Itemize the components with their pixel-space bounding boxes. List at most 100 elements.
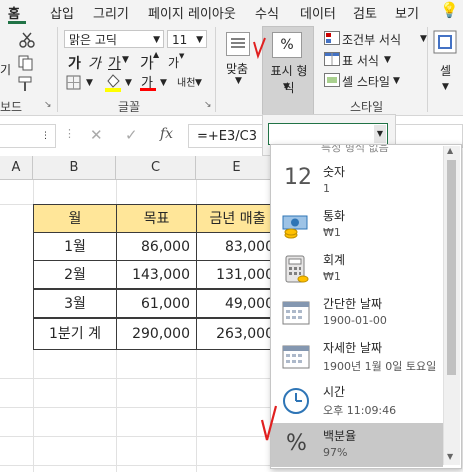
format-option-sample: 1 [323,182,330,195]
borders-dropdown-icon[interactable]: ▼ [86,78,93,88]
cell-style-button[interactable]: 셀 스타일 [342,73,390,90]
format-option-title: 간단한 날짜 [323,297,383,311]
font-name-value: 맑은 고딕 [69,33,117,47]
format-option-percentage[interactable]: % 백분율 97% [271,423,443,467]
table-header-cell[interactable]: 월 [33,204,117,233]
chevron-down-icon: ▼ [153,35,160,45]
column-header-e[interactable]: E [196,156,278,180]
column-header-a[interactable]: A [0,156,33,180]
number-format-combo[interactable]: ▼ [268,123,388,145]
table-format-button[interactable]: 표 서식 [342,52,379,69]
table-cell[interactable]: 143,000 [116,260,197,289]
chevron-down-icon: ▼ [196,35,203,45]
name-box[interactable]: ⋮ [0,124,56,148]
format-option-sample: 오후 11:09:46 [323,404,397,417]
chevron-down-icon[interactable]: ▼ [420,34,427,44]
cancel-icon[interactable]: ✕ [90,126,103,144]
cell-style-icon [324,73,340,87]
borders-icon[interactable] [66,75,82,91]
clipboard-launcher-icon[interactable]: ↘ [44,100,52,110]
name-box-dropdown-icon[interactable]: ⋮ [41,131,50,141]
format-painter-icon[interactable] [18,76,34,92]
grow-font-button[interactable]: 가 [140,52,154,73]
table-cell[interactable]: 49,000 [196,289,278,318]
tab-review[interactable]: 검토 [353,3,377,22]
format-option-number[interactable]: 12 숫자 1 [271,159,443,203]
table-cell[interactable]: 61,000 [116,289,197,318]
clock-icon [283,388,309,414]
chevron-down-icon[interactable]: ▼ [393,76,400,86]
currency-icon [282,215,308,239]
number-format-dropdown-icon: ▼ [283,82,290,92]
font-name-combo[interactable]: 맑은 고딕 ▼ [64,30,164,48]
font-size-combo[interactable]: 11 ▼ [167,30,207,48]
tab-view[interactable]: 보기 [395,3,419,22]
underline-dropdown-icon[interactable]: ▼ [122,55,129,65]
table-cell[interactable]: 290,000 [116,318,197,350]
table-cell[interactable]: 83,000 [196,232,278,261]
tab-insert[interactable]: 삽입 [50,3,74,22]
table-cell[interactable]: 131,000 [196,260,278,289]
format-option-title: 자세한 날짜 [323,341,383,355]
table-header-cell[interactable]: 목표 [116,204,197,233]
alignment-dropdown-icon[interactable]: ▼ [235,76,242,86]
formula-value: =+E3/C3 [197,129,257,144]
bold-button[interactable]: 가 [68,53,81,73]
fill-color-dropdown-icon[interactable]: ▼ [125,78,132,88]
format-option-sample: 97% [323,446,348,459]
table-cell[interactable]: 1분기 계 [33,318,117,350]
italic-button[interactable]: 가 [88,53,101,73]
conditional-format-button[interactable]: 조건부 서식 [342,31,401,48]
tab-formulas[interactable]: 수식 [255,3,279,22]
format-option-time[interactable]: 시간 오후 11:09:46 [271,379,443,423]
table-header-cell[interactable]: 금년 매출 [196,204,278,233]
chevron-down-icon[interactable]: ▼ [384,55,391,65]
tab-home[interactable]: 홈 [8,3,20,22]
cells-icon [433,30,457,54]
scrollbar-thumb[interactable] [447,160,456,375]
format-option-title: 백분율 [323,429,357,443]
shrink-font-button[interactable]: 가 [168,54,179,71]
format-option-currency[interactable]: 통화 ₩1 [271,203,443,247]
table-cell[interactable]: 86,000 [116,232,197,261]
grow-arrow-icon: ▲ [153,50,160,59]
alignment-icon [226,32,250,56]
calendar-icon [282,345,310,369]
enter-icon[interactable]: ✓ [125,126,138,144]
format-option-short-date[interactable]: 간단한 날짜 1900-01-00 [271,291,443,335]
no-specific-format-option[interactable]: 특정 형식 없음 [321,145,389,155]
copy-icon[interactable] [18,55,34,71]
fill-color-button[interactable] [104,72,122,92]
column-header-b[interactable]: B [33,156,116,180]
insert-function-button[interactable]: fx [160,126,173,142]
cells-button[interactable]: 셀 [440,62,451,79]
phonetic-dropdown-icon[interactable]: ▼ [195,78,202,88]
format-option-long-date[interactable]: 자세한 날짜 1900년 1월 0일 토요일 [271,335,443,379]
tab-draw[interactable]: 그리기 [93,3,129,22]
table-cell[interactable]: 263,000 [196,318,278,350]
phonetic-button[interactable]: 내천 [177,74,195,89]
table-cell[interactable]: 1월 [33,232,117,261]
format-option-title: 회계 [323,253,346,267]
table-cell[interactable]: 2월 [33,260,117,289]
underline-button[interactable]: 가 [108,53,121,73]
tab-page-layout[interactable]: 페이지 레이아웃 [148,3,236,22]
scroll-up-icon[interactable]: ▲ [447,146,453,155]
font-launcher-icon[interactable]: ↘ [204,100,212,110]
format-option-sample: 1900-01-00 [323,314,387,327]
cut-icon[interactable] [18,32,36,48]
chevron-down-icon[interactable]: ▼ [374,125,386,143]
lightbulb-icon[interactable]: 💡 [440,1,459,19]
dropdown-scrollbar[interactable]: ▲ ▼ [443,146,460,465]
tab-data[interactable]: 데이터 [300,3,336,22]
alignment-button[interactable]: 맞춤 [226,60,248,77]
scroll-down-icon[interactable]: ▼ [447,452,453,461]
column-header-c[interactable]: C [116,156,196,180]
font-color-dropdown-icon[interactable]: ▼ [160,78,167,88]
styles-group-label: 스타일 [350,100,384,114]
paste-label[interactable]: 기 [0,61,11,78]
table-cell[interactable]: 3월 [33,289,117,318]
chevron-down-icon[interactable]: ▼ [442,82,449,92]
number-format-dropdown: 특정 형식 없음 12 숫자 1 통화 ₩1 회계 ₩1 간단한 날짜 1900… [270,144,462,469]
format-option-accounting[interactable]: 회계 ₩1 [271,247,443,291]
